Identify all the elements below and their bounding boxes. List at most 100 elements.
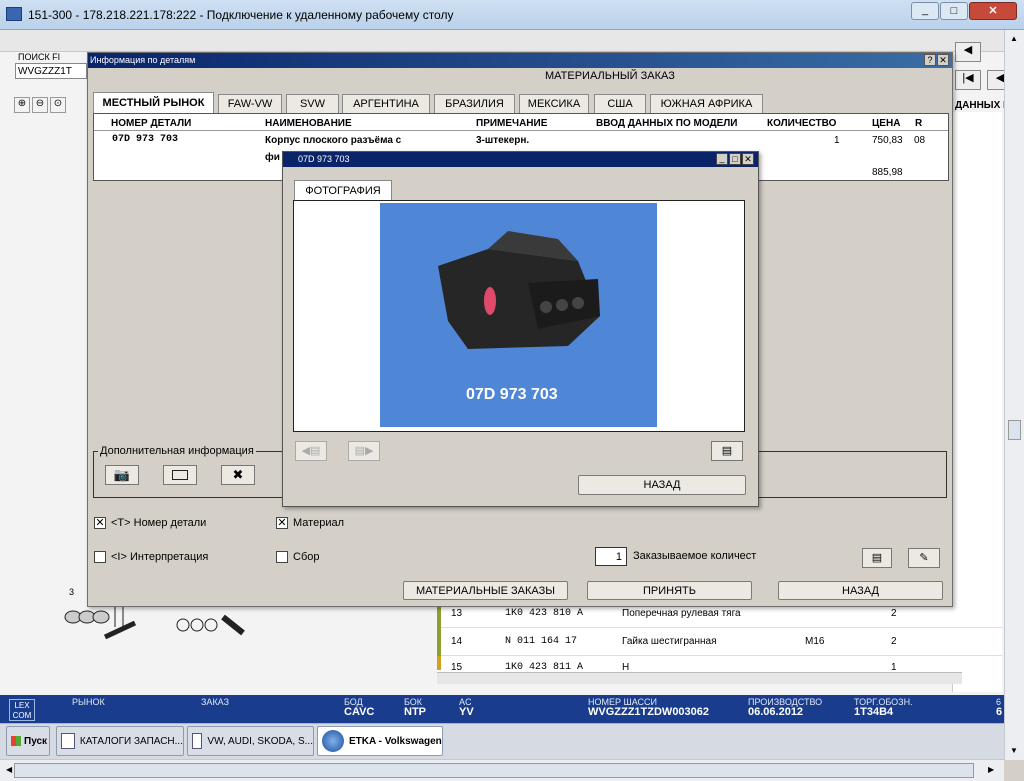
checkbox-assembly[interactable]: [276, 551, 288, 563]
minimize-button[interactable]: _: [911, 2, 939, 20]
tab-brazil[interactable]: БРАЗИЛИЯ: [434, 94, 515, 113]
photo-print-button[interactable]: ▤: [711, 441, 743, 461]
dialog-subtitle: МАТЕРИАЛЬНЫЙ ЗАКАЗ: [545, 70, 675, 82]
status-gearbox-value: NTP: [404, 706, 426, 718]
printer-icon: ▤: [871, 552, 883, 564]
accept-button[interactable]: ПРИНЯТЬ: [587, 581, 752, 600]
back-button[interactable]: НАЗАД: [778, 581, 943, 600]
status-engine-value: CAVC: [344, 706, 375, 718]
row-price: 750,83: [872, 135, 903, 146]
rdp-title: 151-300 - 178.218.221.178:222 - Подключе…: [28, 8, 454, 22]
photo-maximize-button[interactable]: □: [729, 153, 741, 165]
camera-button[interactable]: 📷: [105, 465, 139, 485]
close-button[interactable]: ✕: [969, 2, 1017, 20]
start-button[interactable]: Пуск: [6, 726, 50, 756]
photo-close-button[interactable]: ✕: [742, 153, 754, 165]
row-r: 08: [914, 135, 926, 146]
table-row[interactable]: 14 N 011 164 17 Гайка шестигранная M16 2: [437, 628, 1002, 656]
photo-title: 07D 973 703: [298, 154, 350, 164]
nav-first-icon[interactable]: |◀: [955, 70, 981, 90]
next-image-button[interactable]: ▤▶: [348, 441, 380, 461]
rdp-icon: [6, 7, 22, 21]
material-orders-button[interactable]: МАТЕРИАЛЬНЫЕ ЗАКАЗЫ: [403, 581, 568, 600]
checkbox-interpretation[interactable]: [94, 551, 106, 563]
photo-frame: 07D 973 703: [293, 200, 745, 432]
row-name-2: фи: [265, 152, 280, 163]
zoom-fit-icon[interactable]: ⊙: [50, 97, 66, 113]
rdp-scrollbar-horizontal[interactable]: ◀ ▶: [0, 759, 1004, 781]
checkbox-material-label: Материал: [293, 517, 344, 529]
order-qty-input[interactable]: 1: [595, 547, 627, 566]
row-note: 3-штекерн.: [476, 135, 530, 146]
tools-icon: ✖: [232, 467, 244, 482]
photo-minimize-button[interactable]: _: [716, 153, 728, 165]
tab-faw-vw[interactable]: FAW-VW: [218, 94, 282, 113]
search-input[interactable]: WVGZZZ1T: [15, 63, 87, 79]
lexcom-logo: LEX COM: [9, 699, 35, 721]
scroll-down-icon[interactable]: ▼: [1010, 746, 1018, 755]
maximize-button[interactable]: □: [940, 2, 968, 20]
photo-back-button[interactable]: НАЗАД: [578, 475, 746, 495]
taskbar-item-catalogs[interactable]: КАТАЛОГИ ЗАПАСН...: [56, 726, 184, 756]
checkbox-interpretation-label: <I> Интерпретация: [111, 551, 209, 563]
zoom-out-icon[interactable]: ⊖: [32, 97, 48, 113]
checkbox-material[interactable]: ✕: [276, 517, 288, 529]
bg-table: 13 1K0 423 810 A Поперечная рулевая тяга…: [437, 602, 1002, 682]
edit-button[interactable]: ✎: [908, 548, 940, 568]
windows-logo-icon: [11, 736, 21, 746]
col-name: НАИМЕНОВАНИЕ: [265, 118, 352, 129]
window-icon: [61, 733, 75, 749]
col-price: ЦЕНА: [872, 118, 901, 129]
prev-image-button[interactable]: ◀▤: [295, 441, 327, 461]
tab-south-africa[interactable]: ЮЖНАЯ АФРИКА: [650, 94, 763, 113]
scroll-right-icon[interactable]: ▶: [988, 765, 994, 774]
frame-icon: [172, 470, 188, 480]
zoom-in-icon[interactable]: ⊕: [14, 97, 30, 113]
rdp-scrollbar-vertical[interactable]: ▲ ▼: [1004, 30, 1024, 760]
help-button[interactable]: ?: [924, 54, 936, 66]
checkbox-assembly-label: Сбор: [293, 551, 320, 563]
tab-svw[interactable]: SVW: [286, 94, 339, 113]
zoom-toolbar: ⊕ ⊖ ⊙: [14, 97, 84, 113]
dialog-title: Информация по деталям: [90, 55, 196, 65]
status-production-value: 06.06.2012: [748, 706, 804, 718]
photo-titlebar: 07D 973 703 _ □ ✕: [283, 152, 758, 167]
part-photo: 07D 973 703: [380, 203, 657, 427]
status-extra-value: 6: [996, 706, 1003, 718]
search-label: ПОИСК FI: [18, 52, 61, 62]
window-icon: [192, 733, 203, 749]
tab-local-market[interactable]: МЕСТНЫЙ РЫНОК: [93, 92, 214, 113]
checkbox-part-number[interactable]: ✕: [94, 517, 106, 529]
scroll-h-thumb[interactable]: [14, 763, 974, 778]
etka-globe-icon: [322, 730, 344, 752]
tab-argentina[interactable]: АРГЕНТИНА: [342, 94, 430, 113]
connector-icon: [438, 231, 600, 349]
col-r: R: [915, 118, 923, 129]
frame-button[interactable]: [163, 465, 197, 485]
nav-back-icon[interactable]: ◀: [955, 42, 981, 62]
extra-info-label: Дополнительная информация: [98, 445, 256, 457]
order-qty-label: Заказываемое количест: [633, 550, 757, 562]
row-part-number: 07D 973 703: [112, 134, 179, 145]
taskbar-item-vw-audi[interactable]: VW, AUDI, SKODA, S...: [187, 726, 314, 756]
dialog-close-button[interactable]: ✕: [937, 54, 949, 66]
rdp-titlebar: 151-300 - 178.218.221.178:222 - Подключе…: [0, 0, 1024, 30]
table-row[interactable]: 15 1K0 423 811 A Н 1: [437, 656, 1002, 670]
tab-photo[interactable]: ФОТОГРАФИЯ: [294, 180, 392, 200]
tools-button[interactable]: ✖: [221, 465, 255, 485]
scrollbar-horizontal-inner[interactable]: [437, 672, 962, 684]
tab-mexico[interactable]: МЕКСИКА: [519, 94, 589, 113]
col-note: ПРИМЕЧАНИЕ: [476, 118, 548, 129]
status-ac-value: YV: [459, 706, 474, 718]
prev-image-icon: ◀▤: [301, 445, 321, 457]
taskbar-item-etka[interactable]: ETKA - Volkswagen: [317, 726, 443, 756]
status-market-label: РЫНОК: [72, 697, 105, 707]
scroll-up-icon[interactable]: ▲: [1010, 34, 1018, 43]
photo-caption: 07D 973 703: [466, 386, 558, 403]
status-trade-value: 1T34B4: [854, 706, 894, 718]
scroll-left-icon[interactable]: ◀: [6, 765, 12, 774]
scroll-thumb[interactable]: [1008, 420, 1021, 440]
tab-usa[interactable]: США: [594, 94, 646, 113]
camera-icon: 📷: [113, 467, 131, 482]
print-button[interactable]: ▤: [862, 548, 892, 568]
